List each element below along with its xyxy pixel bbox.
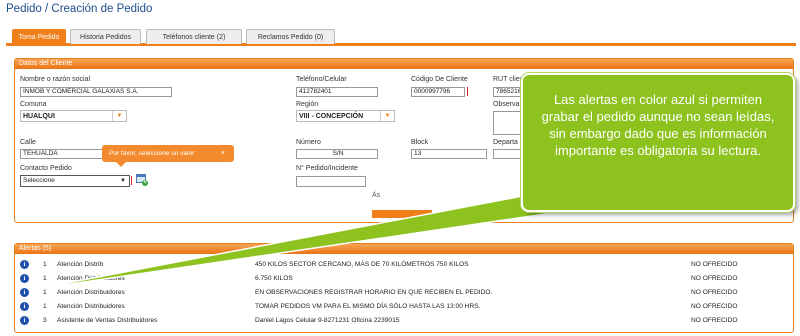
- callout-text: Las alertas en color azul si permiten gr…: [541, 92, 775, 158]
- chevron-down-icon: ▼: [380, 111, 394, 121]
- alert-status: NO OFRECIDO: [691, 317, 738, 324]
- required-marker: [467, 87, 468, 96]
- alert-area: Atención Distribuidores: [57, 275, 125, 282]
- calle-label: Calle: [20, 139, 36, 146]
- alert-area: Atención Distribuidores: [57, 289, 125, 296]
- alert-count: 1: [43, 289, 47, 296]
- alert-count: 3: [43, 317, 47, 324]
- comuna-select[interactable]: HUALQUI ▼: [20, 110, 127, 122]
- close-icon[interactable]: ×: [221, 145, 225, 162]
- pedido-incidente-field[interactable]: [296, 176, 366, 187]
- region-select[interactable]: VIII - CONCEPCIÓN ▼: [296, 110, 395, 122]
- numero-field[interactable]: S/N: [296, 149, 378, 159]
- info-icon: i: [20, 260, 29, 269]
- alert-text: 450 KILOS SECTOR CERCANO, MÁS DE 70 KILÓ…: [255, 261, 469, 268]
- chevron-down-icon: ▼: [120, 178, 126, 184]
- departamento-field[interactable]: [493, 149, 523, 159]
- page-title: Pedido / Creación de Pedido: [6, 3, 153, 15]
- required-marker: [131, 176, 132, 185]
- observaciones-label: Observa: [493, 101, 520, 108]
- alert-text: 6.750 KILOS: [255, 275, 293, 282]
- info-icon: i: [20, 274, 29, 283]
- alert-status: NO OFRECIDO: [691, 261, 738, 268]
- alert-row[interactable]: i 1 Atención Distribuidores TOMAR PEDIDO…: [15, 301, 793, 313]
- nombre-field[interactable]: INMOB Y COMERCIAL GALAXIAS S.A.: [20, 87, 172, 97]
- contacto-label: Contacto Pedido: [20, 165, 72, 172]
- alert-row[interactable]: i 1 Atención Distribuidores 6.750 KILOS …: [15, 273, 793, 285]
- block-label: Block: [411, 139, 429, 146]
- codigo-field[interactable]: 0000997796: [411, 87, 465, 97]
- alert-row[interactable]: i 1 Atención Distrib 450 KILOS SECTOR CE…: [15, 259, 793, 271]
- truncated-label: Ás: [372, 192, 381, 199]
- codigo-label: Código De Cliente: [411, 76, 468, 83]
- telefono-label: Teléfono/Celular: [296, 76, 347, 83]
- block-field[interactable]: 13: [411, 149, 487, 159]
- chevron-down-icon: ▼: [112, 111, 126, 121]
- telefono-field[interactable]: 412782401: [296, 87, 378, 97]
- alerts-panel-title: Alertas (5): [15, 244, 793, 254]
- contacto-value: Seleccione: [23, 177, 55, 184]
- tab-telefonos-cliente[interactable]: Teléfonos cliente (2): [146, 29, 242, 44]
- alert-count: 1: [43, 261, 47, 268]
- region-value: VIII - CONCEPCIÓN: [299, 113, 364, 120]
- client-panel-title: Datos del Cliente: [15, 59, 793, 69]
- alert-status: NO OFRECIDO: [691, 303, 738, 310]
- tab-historia-pedidos[interactable]: Historia Pedidos: [70, 29, 141, 44]
- tab-toma-pedido[interactable]: Toma Pedido: [12, 29, 66, 44]
- numero-label: Número: [296, 139, 321, 146]
- alert-area: Atención Distribuidores: [57, 303, 125, 310]
- contacto-select[interactable]: Seleccione ▼: [20, 175, 130, 187]
- comuna-value: HUALQUI: [23, 113, 55, 120]
- alert-row[interactable]: i 1 Atención Distribuidores EN OBSERVACI…: [15, 287, 793, 299]
- alert-text: EN OBSERVACIONES REGISTRAR HORARIO EN QU…: [255, 289, 493, 296]
- alert-row[interactable]: i 3 Asistente de Ventas Distribuidores D…: [15, 315, 793, 327]
- tooltip-text: Por favor, seleccione un valor: [109, 150, 195, 157]
- tab-bar: Toma Pedido Historia Pedidos Teléfonos c…: [6, 29, 796, 46]
- alert-text: TOMAR PEDIDOS VM PARA EL MISMO DÍA SÓLO …: [255, 303, 481, 310]
- alert-count: 1: [43, 303, 47, 310]
- action-bar: [372, 210, 432, 218]
- alert-area: Atención Distrib: [57, 261, 104, 268]
- validation-tooltip: Por favor, seleccione un valor ×: [102, 145, 234, 167]
- help-callout: Las alertas en color azul si permiten gr…: [521, 73, 795, 212]
- alert-text: Daniel Lagos Celular 9-8271231 Oficina 2…: [255, 317, 400, 324]
- info-icon: i: [20, 302, 29, 311]
- pedido-incidente-label: N° Pedido/Incidente: [296, 165, 358, 172]
- comuna-label: Comuna: [20, 101, 47, 108]
- tab-reclamos-pedido[interactable]: Reclamos Pedido (0): [246, 29, 335, 44]
- alert-area: Asistente de Ventas Distribuidores: [57, 317, 158, 324]
- alert-count: 1: [43, 275, 47, 282]
- info-icon: i: [20, 288, 29, 297]
- observaciones-field[interactable]: [493, 111, 523, 135]
- alert-status: NO OFRECIDO: [691, 289, 738, 296]
- nombre-label: Nombre o razón social: [20, 76, 91, 83]
- info-icon: i: [20, 316, 29, 325]
- rut-field[interactable]: 7865216: [493, 87, 523, 97]
- calle-field[interactable]: TEHUALDA: [20, 149, 110, 159]
- alert-status: NO OFRECIDO: [691, 275, 738, 282]
- departamento-label: Departa: [493, 139, 518, 146]
- calendar-add-icon[interactable]: +: [136, 174, 148, 186]
- region-label: Región: [296, 101, 319, 108]
- alerts-panel: Alertas (5) i 1 Atención Distrib 450 KIL…: [14, 243, 794, 333]
